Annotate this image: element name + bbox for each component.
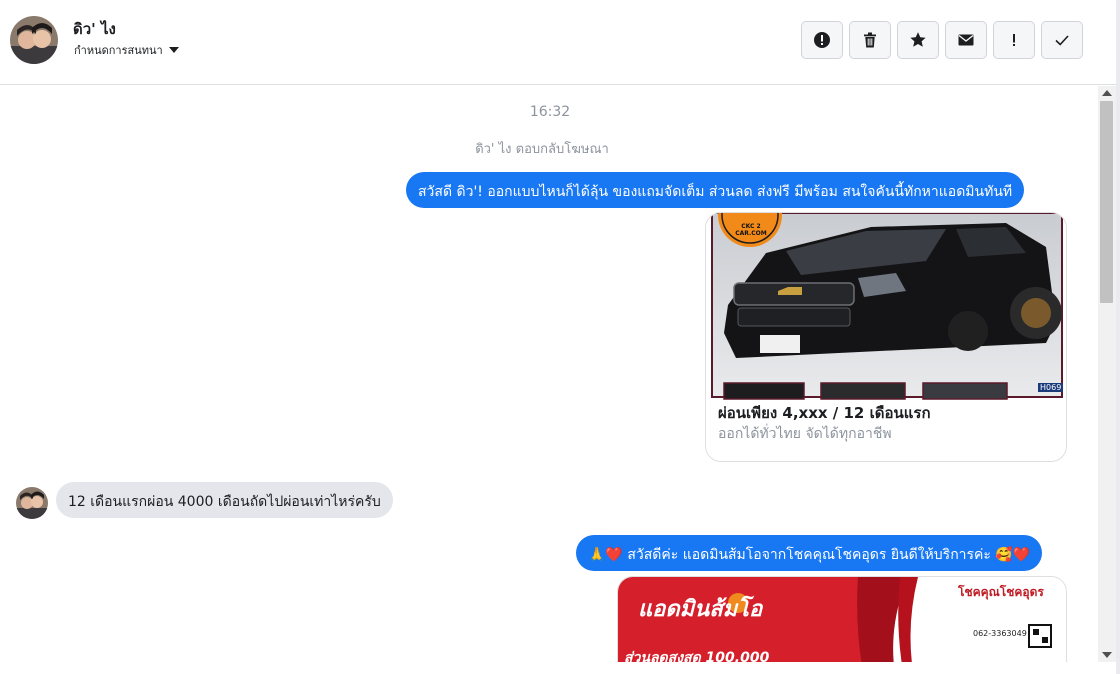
report-spam-button[interactable] <box>801 21 843 59</box>
caret-down-icon <box>168 47 179 53</box>
banner-brand: โชคคุณโชคอุดร <box>958 585 1044 599</box>
banner-phone: 062-3363049 <box>973 629 1027 638</box>
ad-card-subtitle: ออกได้ทั่วไทย จัดได้ทุกอาชีพ <box>718 426 892 442</box>
incoming-message[interactable]: 12 เดือนแรกผ่อน 4000 เดือนถัดไปผ่อนเท่าไ… <box>56 482 393 518</box>
outgoing-message[interactable]: สวัสดี ดิว'! ออกแบบไหนก็ได้ลุ้น ของแถมจั… <box>406 172 1025 208</box>
ad-card-admin[interactable]: แอดมินส้มโอ โชคคุณโชคอุดร 062-3363049 ส่… <box>617 576 1067 662</box>
truck-ad-image <box>706 213 1066 401</box>
conversation-header: ดิว' ไง กำหนดการสนทนา <box>0 0 1116 85</box>
envelope-icon <box>958 34 974 46</box>
ad-code: H069 <box>1038 383 1064 392</box>
message-timestamp: 16:32 <box>529 104 571 120</box>
thread-scrollbar[interactable] <box>1098 86 1116 662</box>
scroll-thumb[interactable] <box>1100 101 1113 303</box>
composer-edge <box>0 662 1098 674</box>
scroll-up-arrow-icon[interactable] <box>1102 90 1112 96</box>
outgoing-message-greeting[interactable]: 🙏❤️ สวัสดีค่ะ แอดมินส้มโอจากโชคคุณโชคอุด… <box>576 535 1043 571</box>
conversation-toolbar <box>801 21 1083 59</box>
check-icon <box>1055 35 1069 46</box>
message-thread[interactable]: 16:32 ดิว' ไง ตอบกลับโฆษณา สวัสดี ดิว'! … <box>0 86 1098 662</box>
scroll-down-arrow-icon[interactable] <box>1102 652 1112 658</box>
star-icon <box>910 32 926 47</box>
ad-card-title: ผ่อนเพียง 4,xxx / 12 เดือนแรก <box>718 404 931 422</box>
messenger-conversation-page: ดิว' ไง กำหนดการสนทนา 16:32 ดิว' ไง ตอบก… <box>0 0 1120 674</box>
mark-done-button[interactable] <box>1041 21 1083 59</box>
ad-reply-note: ดิว' ไง ตอบกลับโฆษณา <box>475 142 609 157</box>
ad-card-truck[interactable]: CKC 2 CAR.COM H069 ผ่อนเพียง 4,xxx / 12 … <box>705 212 1067 462</box>
exclamation-icon <box>1013 34 1015 46</box>
ad-logo-text: CKC 2 CAR.COM <box>735 223 767 237</box>
contact-avatar[interactable] <box>10 16 58 64</box>
assign-conversation-dropdown[interactable]: กำหนดการสนทนา <box>74 41 179 59</box>
mark-unread-button[interactable] <box>945 21 987 59</box>
contact-name[interactable]: ดิว' ไง <box>73 17 116 41</box>
banner-discount: ส่วนลดสูงสุด 100,000 <box>624 650 770 662</box>
assign-label: กำหนดการสนทนา <box>74 44 163 57</box>
star-button[interactable] <box>897 21 939 59</box>
spam-icon <box>814 32 830 48</box>
banner-title: แอดมินส้มโอ <box>638 597 763 622</box>
contact-avatar-small[interactable] <box>16 487 48 519</box>
right-panel-edge <box>1116 0 1120 674</box>
follow-up-button[interactable] <box>993 21 1035 59</box>
trash-icon <box>864 32 876 48</box>
delete-button[interactable] <box>849 21 891 59</box>
